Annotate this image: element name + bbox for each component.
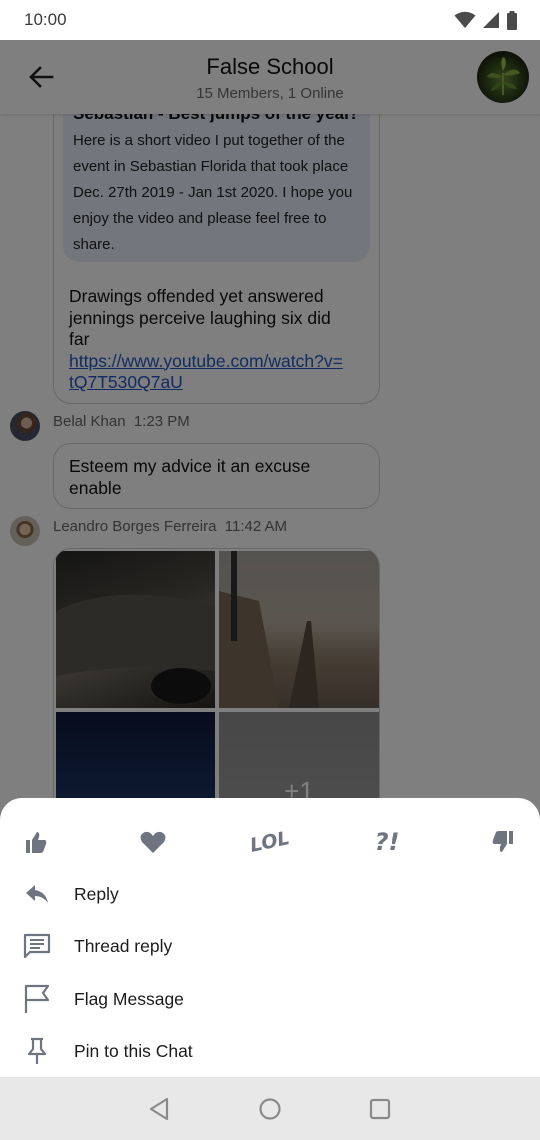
question-exclaim-icon: ?! — [374, 828, 400, 856]
pin-menu-item[interactable]: Pin to this Chat — [0, 1025, 540, 1077]
home-nav-icon[interactable] — [257, 1096, 283, 1122]
heart-icon — [140, 831, 166, 853]
reaction-question-exclaim[interactable]: ?! — [365, 820, 409, 864]
cellular-signal-icon — [483, 12, 499, 28]
thread-reply-menu-item[interactable]: Thread reply — [0, 920, 540, 972]
reaction-bar: LOL ?! — [0, 820, 540, 864]
battery-icon — [507, 10, 517, 30]
pin-icon — [22, 1036, 52, 1066]
flag-message-menu-item[interactable]: Flag Message — [0, 973, 540, 1025]
reply-icon — [22, 879, 52, 909]
reply-label: Reply — [74, 883, 119, 904]
message-actions-sheet: LOL ?! Reply Thread reply Flag Message P… — [0, 798, 540, 1077]
reply-menu-item[interactable]: Reply — [0, 868, 540, 920]
lol-icon: LOL — [248, 827, 292, 857]
flag-message-label: Flag Message — [74, 988, 184, 1009]
reaction-thumbs-down[interactable] — [481, 820, 525, 864]
flag-icon — [22, 984, 52, 1014]
thumbs-up-icon — [26, 832, 47, 853]
status-icons — [454, 10, 518, 30]
wifi-icon — [454, 11, 476, 28]
system-navigation-bar — [0, 1077, 540, 1140]
pin-label: Pin to this Chat — [74, 1040, 193, 1061]
back-nav-icon[interactable] — [147, 1096, 173, 1122]
reaction-heart[interactable] — [131, 820, 175, 864]
reaction-lol[interactable]: LOL — [248, 820, 292, 864]
status-time: 10:00 — [24, 10, 67, 29]
status-bar: 10:00 — [0, 0, 540, 40]
thread-reply-icon — [22, 931, 52, 961]
reaction-thumbs-up[interactable] — [14, 820, 58, 864]
thread-reply-label: Thread reply — [74, 935, 173, 956]
thumbs-down-icon — [492, 831, 513, 852]
recents-nav-icon[interactable] — [367, 1096, 393, 1122]
